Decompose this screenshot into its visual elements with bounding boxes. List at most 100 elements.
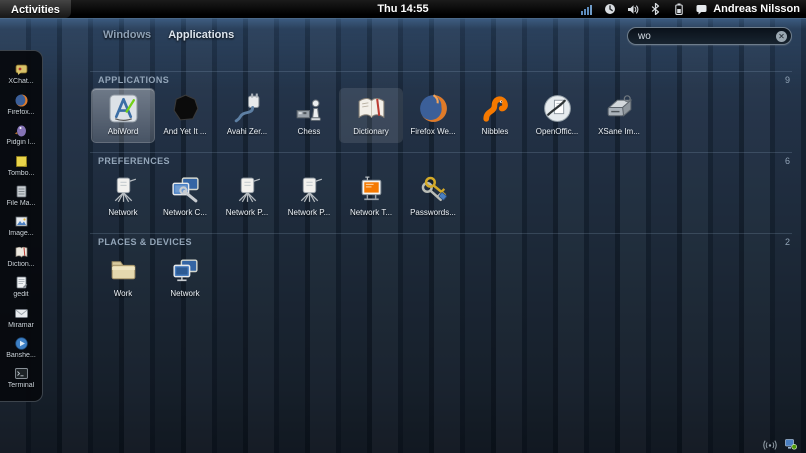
firefox-mini-icon [14,93,29,108]
section-count: 6 [785,156,790,166]
pref-tile-network-config[interactable]: Network C... [154,170,216,223]
dictionary-mini-icon [14,245,29,260]
favorites-dock: XChat... Firefox... Pidgin I... Tombo...… [0,50,43,402]
terminal-icon [14,366,29,381]
user-menu[interactable]: Andreas Nilsson [695,3,800,16]
and-yet-it-moves-icon [169,92,202,125]
dock-item-label: Diction... [7,261,34,268]
wireless-signal-icon[interactable] [763,438,777,450]
app-tile-label: Firefox We... [410,127,455,136]
dock-item-file-manager[interactable]: File Ma... [0,184,42,207]
dock-item-label: Banshe... [6,352,36,359]
chess-icon [293,92,326,125]
abiword-icon [107,92,140,125]
place-tile-work[interactable]: Work [92,251,154,304]
avahi-icon [231,92,264,125]
app-tile-label: AbiWord [108,127,139,136]
dock-item-xchat[interactable]: XChat... [0,62,42,85]
app-tile-firefox[interactable]: Firefox We... [402,89,464,142]
app-tile-avahi[interactable]: Avahi Zer... [216,89,278,142]
network-device-icon [293,173,326,206]
dock-item-dictionary[interactable]: Diction... [0,245,42,268]
network-config-icon [169,173,202,206]
dock-item-gedit[interactable]: gedit [0,275,42,298]
app-tile-label: Dictionary [353,127,389,136]
dock-item-banshee[interactable]: Banshe... [0,336,42,359]
pidgin-icon [14,123,29,138]
pref-tile-passwords[interactable]: Passwords... [402,170,464,223]
pref-tile-network-tools[interactable]: Network T... [340,170,402,223]
gnome-shell-overview: Activities Thu 14:55 [0,0,806,453]
volume-icon[interactable] [626,3,639,16]
places-row: Work Network [90,249,792,310]
app-tile-and-yet-it-moves[interactable]: And Yet It ... [154,89,216,142]
app-tile-nibbles[interactable]: Nibbles [464,89,526,142]
dock-item-label: Firefox... [7,109,34,116]
app-tile-xsane[interactable]: XSane Im... [588,89,650,142]
pref-tile-label: Network [108,208,137,217]
tab-applications[interactable]: Applications [168,29,234,41]
app-tile-label: Nibbles [482,127,509,136]
dock-item-firefox[interactable]: Firefox... [0,93,42,116]
section-count: 9 [785,75,790,85]
nibbles-icon [479,92,512,125]
keys-icon [417,173,450,206]
app-tile-label: OpenOffic... [536,127,579,136]
search-input[interactable] [638,31,776,42]
network-status-icon[interactable] [784,438,798,450]
search-box: ✕ [627,27,792,45]
dictionary-icon [355,92,388,125]
app-tile-label: And Yet It ... [163,127,206,136]
dock-item-terminal[interactable]: Terminal [0,366,42,389]
banshee-icon [14,336,29,351]
applications-header: APPLICATIONS 9 [90,74,792,87]
battery-icon[interactable] [672,3,685,16]
dock-item-image-viewer[interactable]: Image... [0,214,42,237]
dock-item-miramar[interactable]: Miramar [0,306,42,329]
pref-tile-label: Network P... [226,208,269,217]
firefox-icon [417,92,450,125]
folder-icon [107,254,140,287]
clock-menu[interactable]: Thu 14:55 [377,3,428,15]
app-tile-openoffice[interactable]: OpenOffic... [526,89,588,142]
pref-tile-network-proxy-2[interactable]: Network P... [278,170,340,223]
pref-tile-label: Network C... [163,208,207,217]
xsane-scanner-icon [603,92,636,125]
place-tile-label: Network [170,289,199,298]
openoffice-icon [541,92,574,125]
dock-item-label: gedit [13,291,28,298]
clear-icon[interactable]: ✕ [776,31,787,42]
section-title: PLACES & DEVICES [98,237,192,247]
app-tile-chess[interactable]: Chess [278,89,340,142]
place-tile-network[interactable]: Network [154,251,216,304]
mail-icon [14,306,29,321]
dock-item-label: Miramar [8,322,34,329]
app-tile-abiword[interactable]: AbiWord [92,89,154,142]
dock-item-pidgin[interactable]: Pidgin I... [0,123,42,146]
overview-content: APPLICATIONS 9 AbiWord And Yet It ... Av… [90,71,792,314]
tomboy-icon [14,154,29,169]
status-area: Andreas Nilsson [580,0,800,18]
dock-item-label: Tombo... [8,170,35,177]
network-signal-icon[interactable] [580,3,593,16]
app-tile-label: XSane Im... [598,127,640,136]
activities-button[interactable]: Activities [0,0,71,18]
section-title: PREFERENCES [98,156,170,166]
power-icon[interactable] [603,3,616,16]
section-count: 2 [785,237,790,247]
tab-windows[interactable]: Windows [103,29,151,41]
preferences-section: PREFERENCES 6 Network Network C... Netwo… [90,152,792,233]
xchat-icon [14,62,29,77]
app-tile-dictionary[interactable]: Dictionary [340,89,402,142]
bottom-tray [763,438,798,450]
pref-tile-network[interactable]: Network [92,170,154,223]
section-title: APPLICATIONS [98,75,169,85]
bluetooth-icon[interactable] [649,3,662,16]
dock-item-label: Pidgin I... [6,139,35,146]
places-section: PLACES & DEVICES 2 Work Network [90,233,792,314]
pref-tile-network-proxy[interactable]: Network P... [216,170,278,223]
file-manager-icon [14,184,29,199]
network-device-icon [231,173,264,206]
dock-item-tomboy[interactable]: Tombo... [0,154,42,177]
chat-bubble-icon [695,3,708,16]
